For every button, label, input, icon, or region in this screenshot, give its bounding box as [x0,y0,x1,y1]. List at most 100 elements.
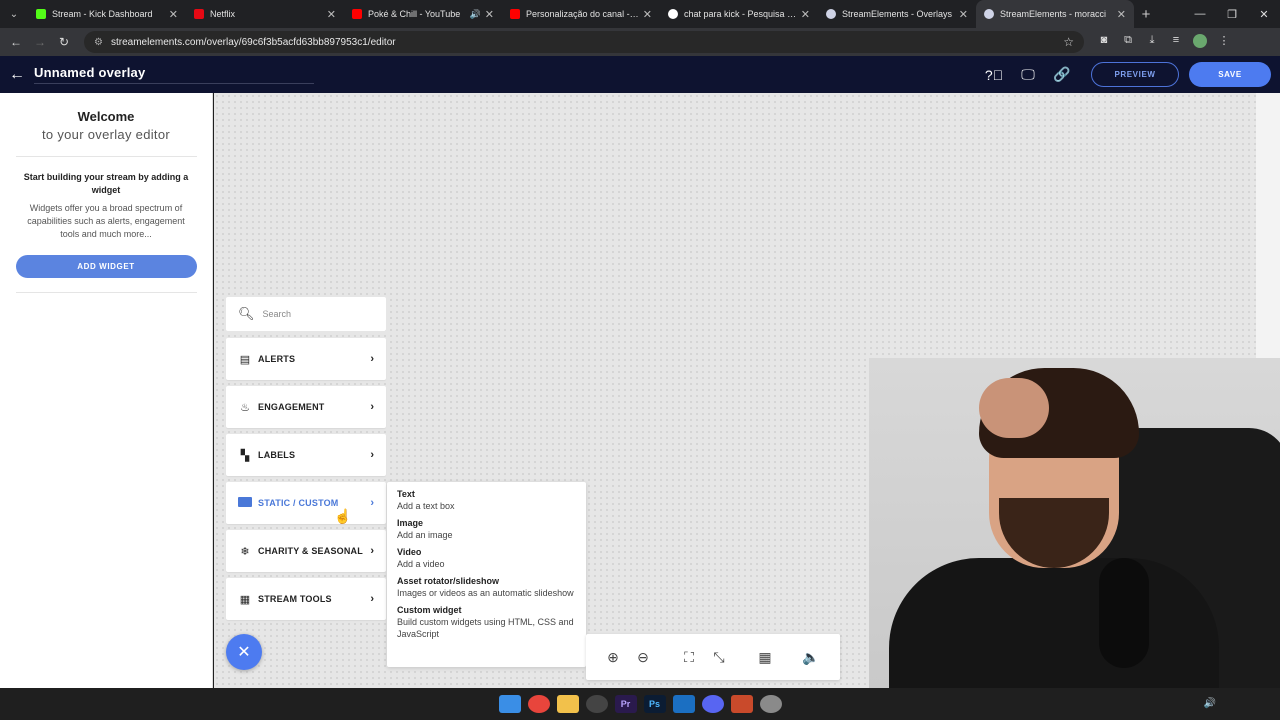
category-label: STREAM TOOLS [258,594,332,604]
category-label: LABELS [258,450,296,460]
submenu-item-image[interactable]: Image Add an image [397,518,576,541]
submenu-item-asset-rotator[interactable]: Asset rotator/slideshow Images or videos… [397,576,576,599]
category-stream-tools[interactable]: ▦ STREAM TOOLS › [226,578,386,620]
grid-icon[interactable]: ▦ [750,649,780,666]
monitor-settings-icon[interactable]: 🖵 [1011,66,1045,83]
vscode-icon[interactable] [672,695,695,713]
file-explorer-icon[interactable] [556,695,579,713]
game-launcher-icon[interactable] [730,695,753,713]
category-labels[interactable]: ▚ LABELS › [226,434,386,476]
download-icon[interactable]: ⤓ [1140,34,1164,51]
streamelements-favicon-icon [984,9,994,19]
submenu-item-custom-widget[interactable]: Custom widget Build custom widgets using… [397,605,576,640]
canvas-toolbar: ⊕ ⊖ ⛶ ⤡ ▦ 🔈 [586,634,840,680]
back-arrow-icon[interactable]: ← [0,66,34,84]
browser-menu-icon[interactable]: ⋮ [1212,34,1236,51]
preview-button[interactable]: PREVIEW [1091,62,1179,87]
premiere-icon[interactable]: Pr [614,695,637,713]
chevron-right-icon: › [370,401,374,413]
zoom-out-icon[interactable]: ⊖ [628,649,658,666]
webcam-person-body [889,558,1219,688]
browser-tab[interactable]: Stream - Kick Dashboard ✕ [28,0,186,28]
submenu-item-text[interactable]: Text Add a text box [397,489,576,512]
submenu-item-desc: Build custom widgets using HTML, CSS and… [397,617,574,639]
reload-icon[interactable]: ↻ [52,35,76,49]
divider [15,156,197,157]
tab-close-icon[interactable]: ✕ [485,8,494,21]
volume-icon[interactable]: 🔈 [796,649,826,666]
exit-fullscreen-icon[interactable]: ⤡ [704,649,734,666]
browser-tools: ◙ ⧉ ⤓ ≡ ⋮ [1092,33,1236,51]
link-icon[interactable]: 🔗 [1045,66,1079,83]
add-widget-button[interactable]: ADD WIDGET [15,255,197,278]
tab-close-icon[interactable]: ✕ [643,8,652,21]
category-alerts[interactable]: ▤ ALERTS › [226,338,386,380]
address-bar[interactable]: ⚙ streamelements.com/overlay/69c6f3b5acf… [84,31,1084,53]
divider [15,292,197,293]
editor-sidebar: Welcome to your overlay editor Start bui… [0,93,213,688]
obs-icon[interactable] [585,695,608,713]
submenu-item-title: Image [397,518,424,528]
submenu-item-title: Text [397,489,415,499]
forward-icon[interactable]: → [28,35,52,49]
category-label: ENGAGEMENT [258,402,325,412]
profile-avatar[interactable] [1188,33,1212,51]
tab-close-icon[interactable]: ✕ [801,8,810,21]
browser-tab-active[interactable]: StreamElements - moracci ✕ [976,0,1134,28]
stream-tools-icon: ▦ [239,593,251,606]
new-tab-icon[interactable]: + [1134,6,1158,23]
window-close-icon[interactable]: ✕ [1248,8,1280,21]
kick-favicon-icon [36,9,46,19]
submenu-item-video[interactable]: Video Add a video [397,547,576,570]
category-engagement[interactable]: ♨ ENGAGEMENT › [226,386,386,428]
save-button[interactable]: SAVE [1189,62,1271,87]
settings-icon[interactable] [759,695,782,713]
fullscreen-icon[interactable]: ⛶ [674,649,704,666]
static-custom-submenu: Text Add a text box Image Add an image V… [387,482,586,667]
tab-audio-icon[interactable]: 🔊 [470,9,481,20]
overlay-title[interactable]: Unnamed overlay [34,65,314,84]
bookmark-star-icon[interactable]: ☆ [1063,35,1074,49]
os-taskbar: Pr Ps 🔊 [0,688,1280,720]
tab-close-icon[interactable]: ✕ [327,8,336,21]
discord-icon[interactable] [701,695,724,713]
restore-icon[interactable]: ❐ [1216,8,1248,21]
back-icon[interactable]: ← [4,35,28,49]
browser-tab[interactable]: StreamElements - Overlays ✕ [818,0,976,28]
webcam-person-hand [979,378,1049,438]
youtube-favicon-icon [352,9,362,19]
tab-close-icon[interactable]: ✕ [959,8,968,21]
submenu-item-title: Video [397,547,422,557]
tray-volume-icon[interactable]: 🔊 [1204,698,1216,709]
zoom-in-icon[interactable]: ⊕ [598,649,628,666]
tab-title: Stream - Kick Dashboard [52,9,153,19]
browser-tab[interactable]: Netflix ✕ [186,0,344,28]
chrome-icon[interactable] [527,695,550,713]
browser-tab[interactable]: Poké & Chill - YouTube 🔊 ✕ [344,0,502,28]
tab-close-icon[interactable]: ✕ [169,8,178,21]
labels-icon: ▚ [240,449,250,462]
browser-tab[interactable]: Personalização do canal - YouT ✕ [502,0,660,28]
minimize-icon[interactable]: — [1184,8,1216,21]
windows-start-icon[interactable] [498,695,521,713]
tab-close-icon[interactable]: ✕ [1117,8,1126,21]
chevron-right-icon: › [370,449,374,461]
submenu-item-desc: Images or videos as an automatic slidesh… [397,588,574,598]
alerts-icon: ▤ [239,353,251,366]
category-charity-seasonal[interactable]: ❄ CHARITY & SEASONAL › [226,530,386,572]
reading-list-icon[interactable]: ≡ [1164,34,1188,51]
browser-tab[interactable]: chat para kick - Pesquisa Googl ✕ [660,0,818,28]
tab-title: Netflix [210,9,236,19]
widget-search-input[interactable] [262,309,373,319]
snowflake-icon: ❄ [240,545,250,558]
site-info-icon[interactable]: ⚙ [94,37,103,48]
tab-search-icon[interactable]: ⌄ [0,0,28,28]
help-icon[interactable]: ?⃝ [977,67,1011,83]
close-menu-button[interactable]: ✕ [226,634,262,670]
category-static-custom[interactable]: STATIC / CUSTOM › [226,482,386,524]
camera-extension-icon[interactable]: ◙ [1092,34,1116,51]
tab-title: Personalização do canal - YouT [526,9,639,19]
static-custom-icon [238,496,252,510]
photoshop-icon[interactable]: Ps [643,695,666,713]
extensions-icon[interactable]: ⧉ [1116,34,1140,51]
